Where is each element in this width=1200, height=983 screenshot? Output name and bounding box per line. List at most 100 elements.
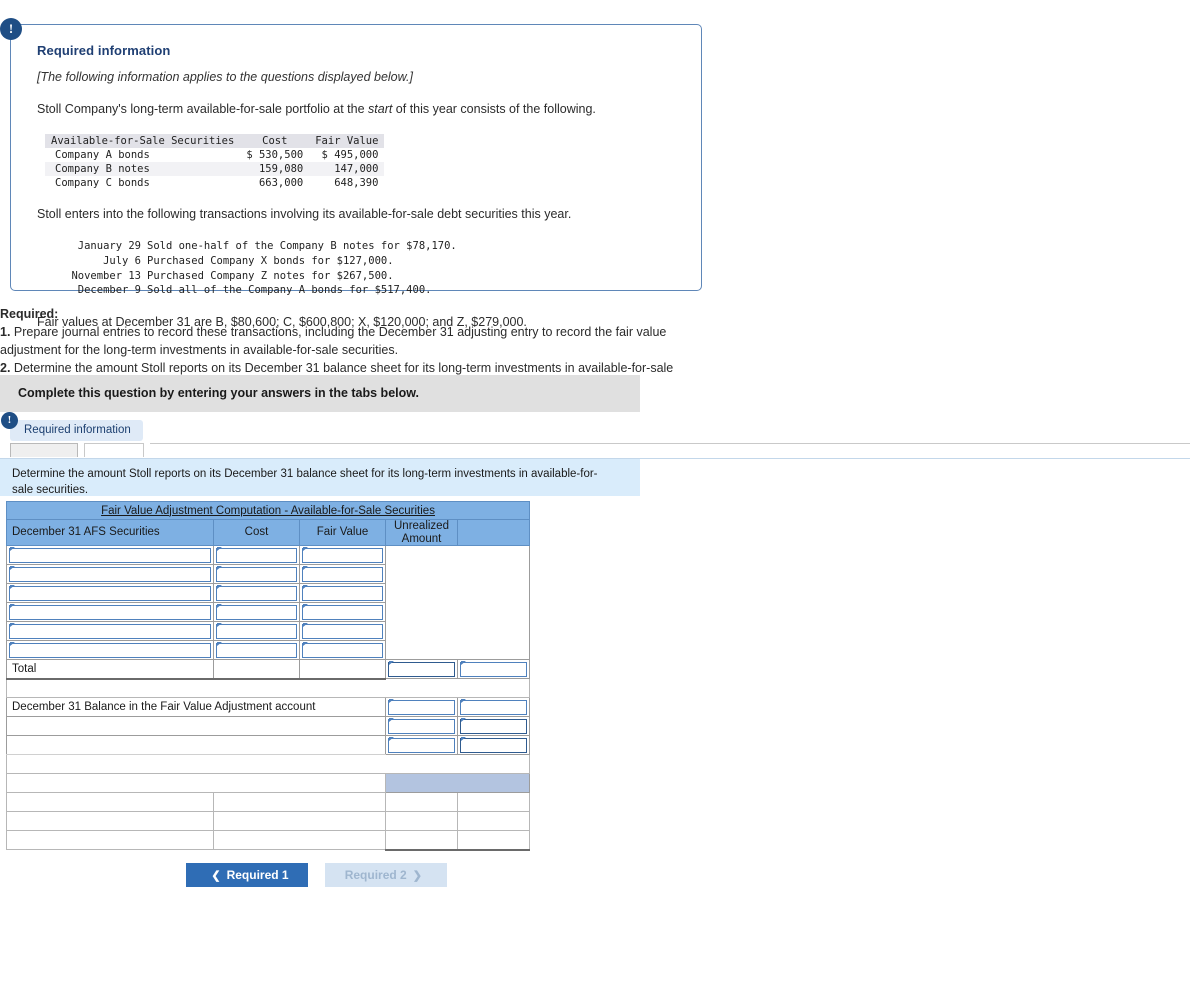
- entry-fair-value-cell[interactable]: [299, 583, 386, 604]
- balance-extra-unrealized-input-1[interactable]: [388, 718, 455, 734]
- required-1-button[interactable]: ❮ Required 1: [186, 863, 308, 887]
- complete-question-text: Complete this question by entering your …: [18, 386, 419, 400]
- balance-extra-input[interactable]: [460, 699, 528, 715]
- fair-value-adjustment-worksheet: Fair Value Adjustment Computation - Avai…: [5, 501, 531, 851]
- entry-fair-value-cell[interactable]: [299, 621, 386, 642]
- transaction-desc: Sold all of the Company A bonds for $517…: [147, 284, 432, 297]
- complete-question-banner: Complete this question by entering your …: [0, 375, 640, 412]
- chevron-right-icon: ❯: [412, 870, 422, 882]
- entry-cost-input-4[interactable]: [216, 604, 297, 620]
- entry-fair-value-input-1[interactable]: [302, 547, 383, 563]
- entry-security-cell[interactable]: [6, 640, 214, 661]
- required-item-2-number: 2.: [0, 361, 11, 376]
- total-fair-value-cell: [299, 659, 386, 680]
- question-prompt-banner: Determine the amount Stoll reports on it…: [0, 459, 640, 496]
- entry-security-cell[interactable]: [6, 583, 214, 604]
- table-row: Company A bonds $ 530,500 $ 495,000: [45, 148, 384, 162]
- portfolio-intro-after: of this year consists of the following.: [392, 102, 596, 116]
- entry-cost-input-3[interactable]: [216, 585, 297, 601]
- cell-security: Company C bonds: [55, 176, 150, 189]
- worksheet-title-row: Fair Value Adjustment Computation - Avai…: [5, 501, 531, 520]
- col-fair-value: Fair Value: [315, 134, 379, 147]
- entry-fair-value-input-6[interactable]: [302, 642, 383, 658]
- total-cost-cell: [213, 659, 300, 680]
- transaction-item: January 29 Sold one-half of the Company …: [37, 239, 675, 254]
- entry-cost-cell[interactable]: [213, 621, 300, 642]
- entry-security-input-5[interactable]: [9, 623, 211, 639]
- worksheet-col-fair-value: Fair Value: [299, 518, 386, 547]
- entry-security-input-3[interactable]: [9, 585, 211, 601]
- entry-cost-input-5[interactable]: [216, 623, 297, 639]
- entry-fair-value-input-5[interactable]: [302, 623, 383, 639]
- transaction-date: November 13: [71, 269, 141, 282]
- portfolio-intro-before: Stoll Company's long-term available-for-…: [37, 102, 369, 116]
- entry-cost-cell[interactable]: [213, 545, 300, 566]
- balance-unrealized-input[interactable]: [388, 699, 455, 715]
- entry-cost-cell[interactable]: [213, 640, 300, 661]
- bottom-c4: [456, 792, 531, 813]
- cell-cost: 159,080: [258, 162, 304, 175]
- entry-cost-input-1[interactable]: [216, 547, 297, 563]
- transaction-date: July 6: [103, 254, 141, 267]
- balance-extra-extra-cell-2[interactable]: [456, 735, 531, 756]
- worksheet-balance-row: December 31 Balance in the Fair Value Ad…: [6, 697, 531, 718]
- entry-security-cell[interactable]: [6, 545, 214, 566]
- entry-cost-cell[interactable]: [213, 583, 300, 604]
- portfolio-intro-italic: start: [368, 102, 393, 116]
- bottom-c2: [213, 830, 386, 851]
- entry-security-cell[interactable]: [6, 564, 214, 585]
- total-unrealized-input[interactable]: [388, 661, 455, 677]
- entry-security-input-4[interactable]: [9, 604, 211, 620]
- required-item-1-number: 1.: [0, 325, 11, 340]
- transaction-item: July 6 Purchased Company X bonds for $12…: [37, 254, 675, 269]
- entry-fair-value-cell[interactable]: [299, 545, 386, 566]
- worksheet-title-text: Fair Value Adjustment Computation - Avai…: [101, 504, 435, 517]
- entry-cost-cell[interactable]: [213, 602, 300, 623]
- question-prompt-text: Determine the amount Stoll reports on it…: [12, 468, 598, 497]
- entry-security-input-1[interactable]: [9, 547, 211, 563]
- tab-required-2[interactable]: [84, 443, 1191, 458]
- balance-extra-extra-cell-1[interactable]: [456, 716, 531, 737]
- entry-security-cell[interactable]: [6, 621, 214, 642]
- total-extra-cell[interactable]: [456, 659, 531, 680]
- entry-fair-value-cell[interactable]: [299, 564, 386, 585]
- entry-fair-value-input-2[interactable]: [302, 566, 383, 582]
- balance-extra-cell[interactable]: [456, 697, 531, 718]
- worksheet-header-row: December 31 AFS Securities Cost Fair Val…: [6, 518, 531, 547]
- panel-title: Required information: [37, 43, 171, 58]
- cell-cost: $ 530,500: [246, 148, 304, 161]
- entry-fair-value-input-3[interactable]: [302, 585, 383, 601]
- entry-security-cell[interactable]: [6, 602, 214, 623]
- required-item-1: 1. Prepare journal entries to record the…: [0, 323, 700, 359]
- entry-fair-value-cell[interactable]: [299, 640, 386, 661]
- cell-fair-value: 147,000: [334, 162, 379, 175]
- balance-extra-unrealized-input-2[interactable]: [388, 737, 455, 753]
- bottom-c1: [6, 811, 214, 832]
- balance-extra-extra-input-1[interactable]: [460, 718, 528, 734]
- required-information-tab[interactable]: Required information: [10, 420, 143, 441]
- entry-cost-input-6[interactable]: [216, 642, 297, 658]
- cell-fair-value: $ 495,000: [321, 148, 379, 161]
- worksheet-shaded-row: [6, 773, 531, 794]
- entry-cost-cell[interactable]: [213, 564, 300, 585]
- footer-navigation: ❮ Required 1 Required 2 ❯: [186, 863, 448, 887]
- transaction-desc: Sold one-half of the Company B notes for…: [147, 239, 457, 252]
- entry-fair-value-cell[interactable]: [299, 602, 386, 623]
- bottom-c1: [6, 830, 214, 851]
- entry-cost-input-2[interactable]: [216, 566, 297, 582]
- entry-fair-value-input-4[interactable]: [302, 604, 383, 620]
- total-extra-input[interactable]: [460, 661, 528, 677]
- balance-extra-unrealized-cell-2[interactable]: [385, 735, 458, 756]
- worksheet-bottom-row: [6, 792, 531, 813]
- worksheet-total-row: Total: [6, 659, 531, 680]
- balance-extra-unrealized-cell-1[interactable]: [385, 716, 458, 737]
- unrealized-merged-blank: [385, 545, 531, 660]
- entry-security-input-2[interactable]: [9, 566, 211, 582]
- entry-security-input-6[interactable]: [9, 642, 211, 658]
- balance-unrealized-cell[interactable]: [385, 697, 458, 718]
- balance-extra-extra-input-2[interactable]: [460, 737, 528, 753]
- total-unrealized-cell[interactable]: [385, 659, 458, 680]
- worksheet-spacer-row: [5, 754, 531, 775]
- required-2-button[interactable]: Required 2 ❯: [325, 863, 448, 887]
- tab-required-1[interactable]: [10, 443, 78, 457]
